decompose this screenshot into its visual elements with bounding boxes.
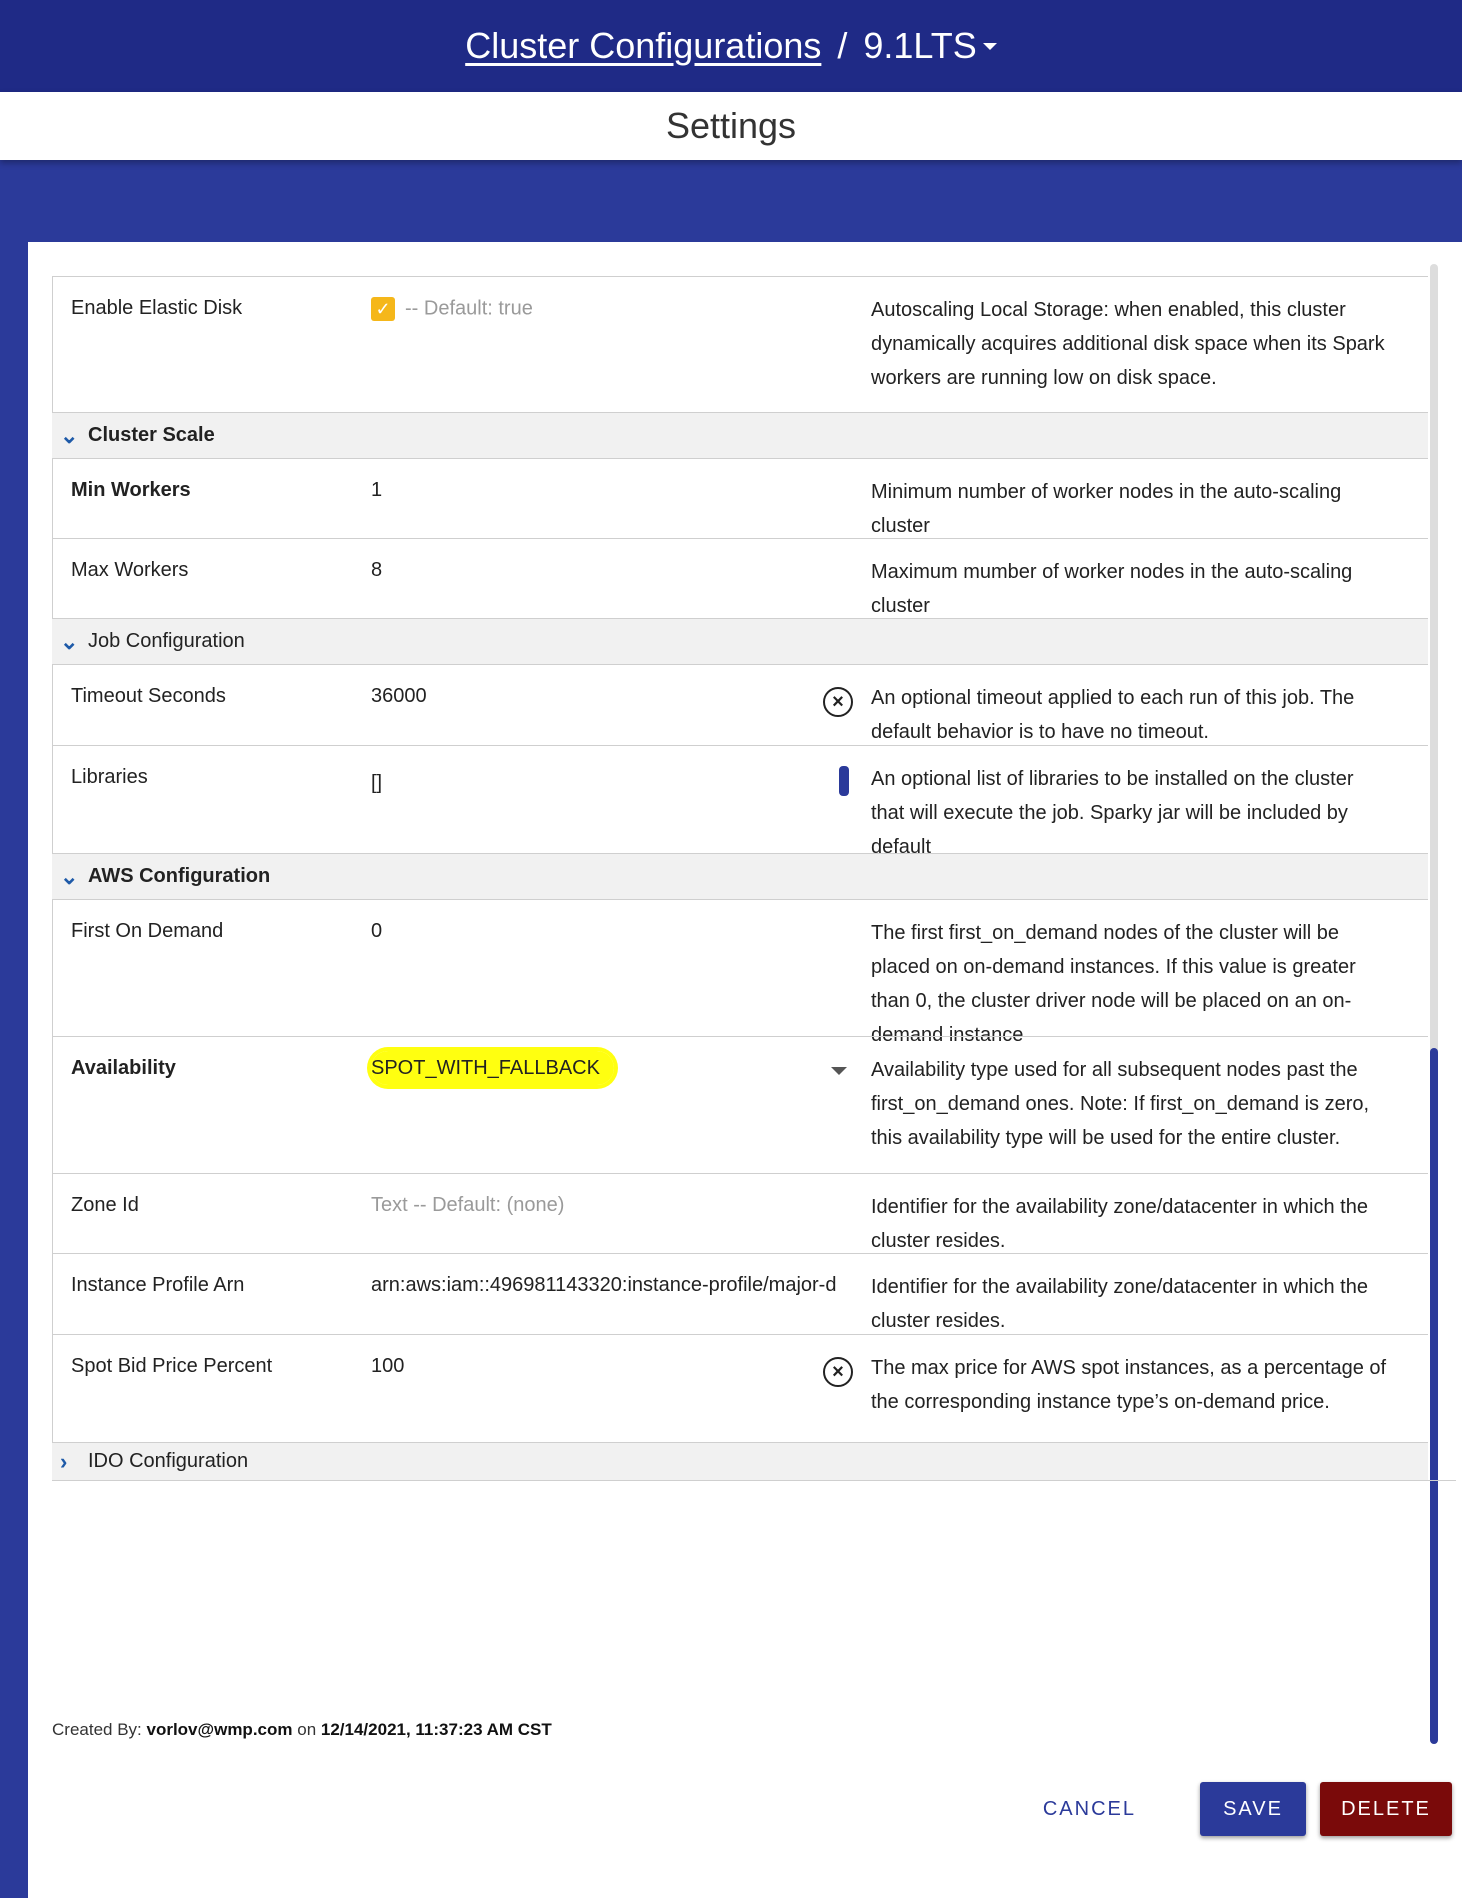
clear-icon[interactable]: ×: [823, 1357, 853, 1387]
timeout-seconds-value: 36000: [371, 685, 427, 707]
chevron-down-icon: ⌄: [60, 863, 79, 889]
chevron-down-icon: ⌄: [60, 628, 79, 654]
max-workers-input[interactable]: 8: [371, 539, 871, 618]
section-title: IDO Configuration: [88, 1450, 249, 1472]
timeout-seconds-input[interactable]: 36000 ×: [371, 665, 871, 745]
breadcrumb-cluster-configurations[interactable]: Cluster Configurations: [465, 25, 821, 67]
row-name: Max Workers: [71, 559, 189, 581]
row-value: ✓ -- Default: true: [371, 277, 871, 412]
elastic-disk-default: -- Default: true: [405, 297, 533, 320]
row-description: The first first_on_demand nodes of the c…: [871, 922, 1356, 1046]
row-description: An optional timeout applied to each run …: [871, 687, 1355, 743]
row-name: Availability: [71, 1057, 176, 1079]
libraries-input[interactable]: []: [371, 746, 871, 853]
row-name: Min Workers: [71, 479, 191, 501]
spot-bid-price-value: 100: [371, 1355, 405, 1377]
row-name: First On Demand: [71, 920, 224, 942]
row-description: Autoscaling Local Storage: when enabled,…: [871, 299, 1385, 389]
resize-handle-icon[interactable]: [839, 766, 849, 796]
row-enable-elastic-disk: Enable Elastic Disk ✓ -- Default: true Au…: [52, 276, 1428, 412]
row-description: The max price for AWS spot instances, as…: [871, 1357, 1387, 1413]
row-description: An optional list of libraries to be inst…: [871, 768, 1354, 858]
min-workers-input[interactable]: 1: [371, 459, 871, 538]
settings-table: Enable Elastic Disk ✓ -- Default: true Au…: [52, 276, 1456, 1481]
chevron-down-icon: [982, 42, 997, 50]
row-availability: Availability SPOT_WITH_FALLBACK Availabi…: [52, 1036, 1428, 1173]
row-spot-bid-price-percent: Spot Bid Price Percent 100 × The max pri…: [52, 1334, 1428, 1442]
row-name: Instance Profile Arn: [71, 1274, 245, 1296]
created-label: Created By:: [52, 1720, 142, 1739]
row-instance-profile-arn: Instance Profile Arn arn:aws:iam::496981…: [52, 1253, 1428, 1334]
row-name: Timeout Seconds: [71, 685, 226, 707]
row-timeout-seconds: Timeout Seconds 36000 × An optional time…: [52, 664, 1428, 745]
top-bar: Cluster Configurations / 9.1LTS: [0, 0, 1462, 92]
row-name: Enable Elastic Disk: [71, 297, 243, 319]
row-zone-id: Zone Id Text -- Default: (none) Identifi…: [52, 1173, 1428, 1253]
created-by-info: Created By: vorlov@wmp.com on 12/14/2021…: [52, 1720, 552, 1740]
on-label: on: [297, 1720, 317, 1739]
row-description: Minimum number of worker nodes in the au…: [871, 481, 1342, 537]
created-by-user: vorlov@wmp.com: [146, 1720, 293, 1739]
page-title: Settings: [665, 105, 797, 146]
first-on-demand-input[interactable]: 0: [371, 900, 871, 1036]
cancel-button[interactable]: CANCEL: [1019, 1782, 1160, 1836]
chevron-down-icon: ⌄: [60, 422, 79, 448]
settings-bar: Settings: [0, 92, 1462, 160]
settings-card: Enable Elastic Disk ✓ -- Default: true Au…: [28, 242, 1462, 1898]
section-title: Job Configuration: [88, 630, 245, 652]
row-description: Maximum mumber of worker nodes in the au…: [871, 561, 1353, 617]
action-buttons: CANCEL SAVE DELETE: [1019, 1782, 1452, 1836]
row-min-workers: Min Workers 1 Minimum number of worker n…: [52, 458, 1428, 538]
created-at: 12/14/2021, 11:37:23 AM CST: [320, 1720, 552, 1739]
row-first-on-demand: First On Demand 0 The first first_on_dem…: [52, 899, 1428, 1046]
row-max-workers: Max Workers 8 Maximum mumber of worker n…: [52, 538, 1428, 618]
availability-select[interactable]: SPOT_WITH_FALLBACK: [371, 1037, 871, 1173]
clear-icon[interactable]: ×: [823, 687, 853, 717]
row-description: Identifier for the availability zone/dat…: [871, 1196, 1368, 1252]
libraries-value: []: [371, 772, 383, 794]
instance-profile-arn-input[interactable]: arn:aws:iam::496981143320:instance-profi…: [371, 1254, 871, 1334]
spot-bid-price-input[interactable]: 100 ×: [371, 1335, 871, 1442]
availability-selected-value: SPOT_WITH_FALLBACK: [371, 1051, 614, 1085]
section-job-configuration[interactable]: ⌄ Job Configuration: [52, 618, 1428, 664]
zone-id-input[interactable]: Text -- Default: (none): [371, 1174, 871, 1253]
row-description: Availability type used for all subsequen…: [871, 1059, 1370, 1149]
delete-button[interactable]: DELETE: [1320, 1782, 1452, 1836]
section-cluster-scale[interactable]: ⌄ Cluster Scale: [52, 412, 1428, 458]
version-label: 9.1LTS: [863, 25, 977, 66]
section-ido-configuration[interactable]: › IDO Configuration: [52, 1442, 1428, 1480]
breadcrumb-separator: /: [837, 25, 848, 66]
row-description: Identifier for the availability zone/dat…: [871, 1276, 1368, 1332]
save-button[interactable]: SAVE: [1200, 1782, 1306, 1836]
row-name: Libraries: [71, 766, 148, 788]
check-icon[interactable]: ✓: [371, 297, 395, 321]
section-title: Cluster Scale: [88, 424, 215, 446]
row-name: Zone Id: [71, 1194, 139, 1216]
chevron-down-icon[interactable]: [831, 1067, 847, 1075]
row-name: Spot Bid Price Percent: [71, 1355, 273, 1377]
row-libraries: Libraries [] An optional list of librari…: [52, 745, 1428, 858]
section-title: AWS Configuration: [88, 865, 271, 887]
chevron-right-icon: ›: [60, 1448, 68, 1474]
version-selector[interactable]: 9.1LTS: [863, 25, 997, 67]
section-aws-configuration[interactable]: ⌄ AWS Configuration: [52, 853, 1428, 899]
